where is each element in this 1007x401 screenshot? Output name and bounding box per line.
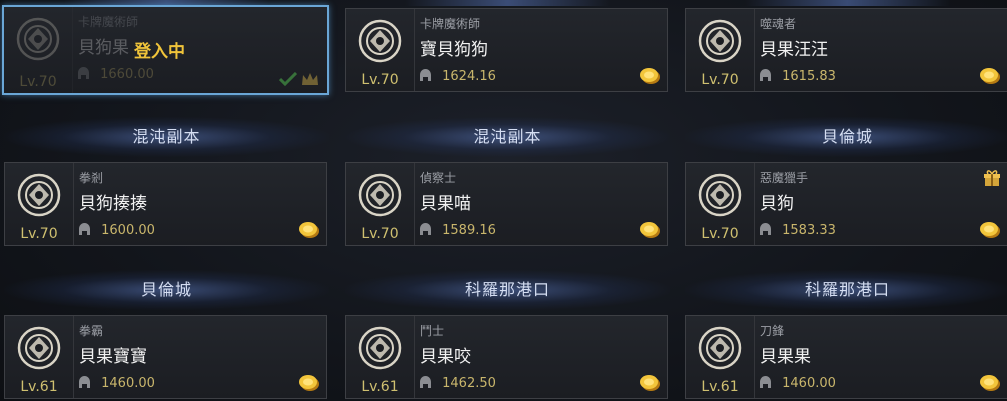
check-icon [278, 71, 298, 87]
character-name: 貝果寶寶 [79, 347, 147, 367]
level-label: Lv.70 [701, 226, 739, 242]
character-card[interactable]: Lv.61 拳霸貝果寶寶 1460.00 [4, 315, 327, 399]
item-level-value: 1462.50 [442, 376, 496, 391]
location-header: 貝倫城 [4, 270, 329, 310]
character-name: 貝狗揍揍 [79, 194, 147, 214]
item-level: 1460.00 [79, 376, 155, 391]
character-card[interactable]: Lv.70 卡牌魔術師寶貝狗狗 1624.16 [345, 8, 668, 92]
helmet-icon [760, 69, 782, 84]
character-column: Lv.70 噬魂者貝果汪汪 1615.83 貝倫城 Lv.70 惡魔獵手貝狗 158… [685, 0, 1007, 401]
item-level: 1583.33 [760, 223, 836, 238]
item-level-value: 1460.00 [101, 376, 155, 391]
item-level-value: 1460.00 [782, 376, 836, 391]
character-column: Lv.70 卡牌魔術師寶貝狗狗 1624.16 混沌副本 Lv.70 偵察士貝果喵 … [345, 0, 670, 401]
class-name: 鬥士 [420, 324, 445, 338]
blade-crossed-icon [696, 324, 744, 372]
character-name: 貝果咬 [420, 347, 471, 367]
helmet-icon [760, 223, 782, 238]
class-name: 拳霸 [79, 324, 104, 338]
location-header: 貝倫城 [685, 117, 1007, 157]
wardancer-fist-icon [15, 171, 63, 219]
top-glow [745, 0, 950, 6]
character-name: 貝果果 [760, 347, 811, 367]
card-divider [754, 163, 755, 245]
item-level-value: 1660.00 [100, 67, 154, 82]
character-card[interactable]: Lv.70 惡魔獵手貝狗 1583.33 [685, 162, 1007, 246]
deadeye-cross-icon [696, 171, 744, 219]
level-label: Lv.70 [701, 72, 739, 88]
class-name: 惡魔獵手 [760, 171, 809, 185]
card-divider [414, 163, 415, 245]
card-divider [414, 9, 415, 91]
character-card[interactable]: Lv.61 刀鋒貝果果 1460.00 [685, 315, 1007, 399]
card-divider [754, 9, 755, 91]
class-name: 卡牌魔術師 [420, 17, 481, 31]
location-header: 混沌副本 [345, 117, 670, 157]
class-name: 拳剎 [79, 171, 104, 185]
card-divider [72, 7, 73, 93]
location-header: 混沌副本 [4, 117, 329, 157]
class-name: 偵察士 [420, 171, 457, 185]
level-label: Lv.61 [361, 379, 399, 395]
card-divider [414, 316, 415, 398]
class-name: 卡牌魔術師 [78, 15, 139, 29]
item-level-value: 1589.16 [442, 223, 496, 238]
item-level: 1600.00 [79, 223, 155, 238]
reaper-scythe-icon [696, 17, 744, 65]
item-level: 1462.50 [420, 376, 496, 391]
helmet-icon [79, 223, 101, 238]
gladiator-tiger-icon [356, 324, 404, 372]
card-divider [73, 163, 74, 245]
card-divider [754, 316, 755, 398]
character-card[interactable]: Lv.70 卡牌魔術師貝狗果 1660.00 登入中 [2, 5, 329, 95]
location-header: 科羅那港口 [685, 270, 1007, 310]
helmet-icon [760, 376, 782, 391]
arcanist-emblem-icon [356, 17, 404, 65]
location-header: 科羅那港口 [345, 270, 670, 310]
character-name: 貝狗 [760, 194, 794, 214]
character-name: 貝果汪汪 [760, 40, 828, 60]
scrapper-dragon-icon [15, 324, 63, 372]
helmet-icon [420, 223, 442, 238]
level-label: Lv.61 [701, 379, 739, 395]
item-level: 1624.16 [420, 69, 496, 84]
item-level: 1660.00 [78, 67, 154, 82]
character-card[interactable]: Lv.70 拳剎貝狗揍揍 1600.00 [4, 162, 327, 246]
item-level-value: 1624.16 [442, 69, 496, 84]
crown-icon [301, 71, 319, 85]
item-level-value: 1615.83 [782, 69, 836, 84]
character-name: 寶貝狗狗 [420, 40, 488, 60]
level-label: Lv.70 [20, 226, 58, 242]
level-label: Lv.61 [20, 379, 58, 395]
level-label: Lv.70 [361, 72, 399, 88]
helmet-icon [420, 376, 442, 391]
character-card[interactable]: Lv.70 偵察士貝果喵 1589.16 [345, 162, 668, 246]
top-glow [405, 0, 610, 6]
item-level: 1460.00 [760, 376, 836, 391]
character-column: Lv.70 卡牌魔術師貝狗果 1660.00 登入中混沌副本 Lv.70 拳剎貝狗揍揍… [2, 0, 329, 401]
character-card[interactable]: Lv.61 鬥士貝果咬 1462.50 [345, 315, 668, 399]
class-name: 噬魂者 [760, 17, 797, 31]
arcanist-emblem-icon [14, 15, 62, 63]
helmet-icon [420, 69, 442, 84]
class-name: 刀鋒 [760, 324, 785, 338]
item-level-value: 1600.00 [101, 223, 155, 238]
item-level-value: 1583.33 [782, 223, 836, 238]
helmet-icon [78, 67, 100, 82]
level-label: Lv.70 [19, 74, 57, 90]
machinist-gear-icon [356, 171, 404, 219]
character-card[interactable]: Lv.70 噬魂者貝果汪汪 1615.83 [685, 8, 1007, 92]
item-level: 1589.16 [420, 223, 496, 238]
character-name: 貝狗果 [78, 38, 129, 58]
login-status: 登入中 [134, 42, 185, 62]
item-level: 1615.83 [760, 69, 836, 84]
character-name: 貝果喵 [420, 194, 471, 214]
level-label: Lv.70 [361, 226, 399, 242]
helmet-icon [79, 376, 101, 391]
card-divider [73, 316, 74, 398]
